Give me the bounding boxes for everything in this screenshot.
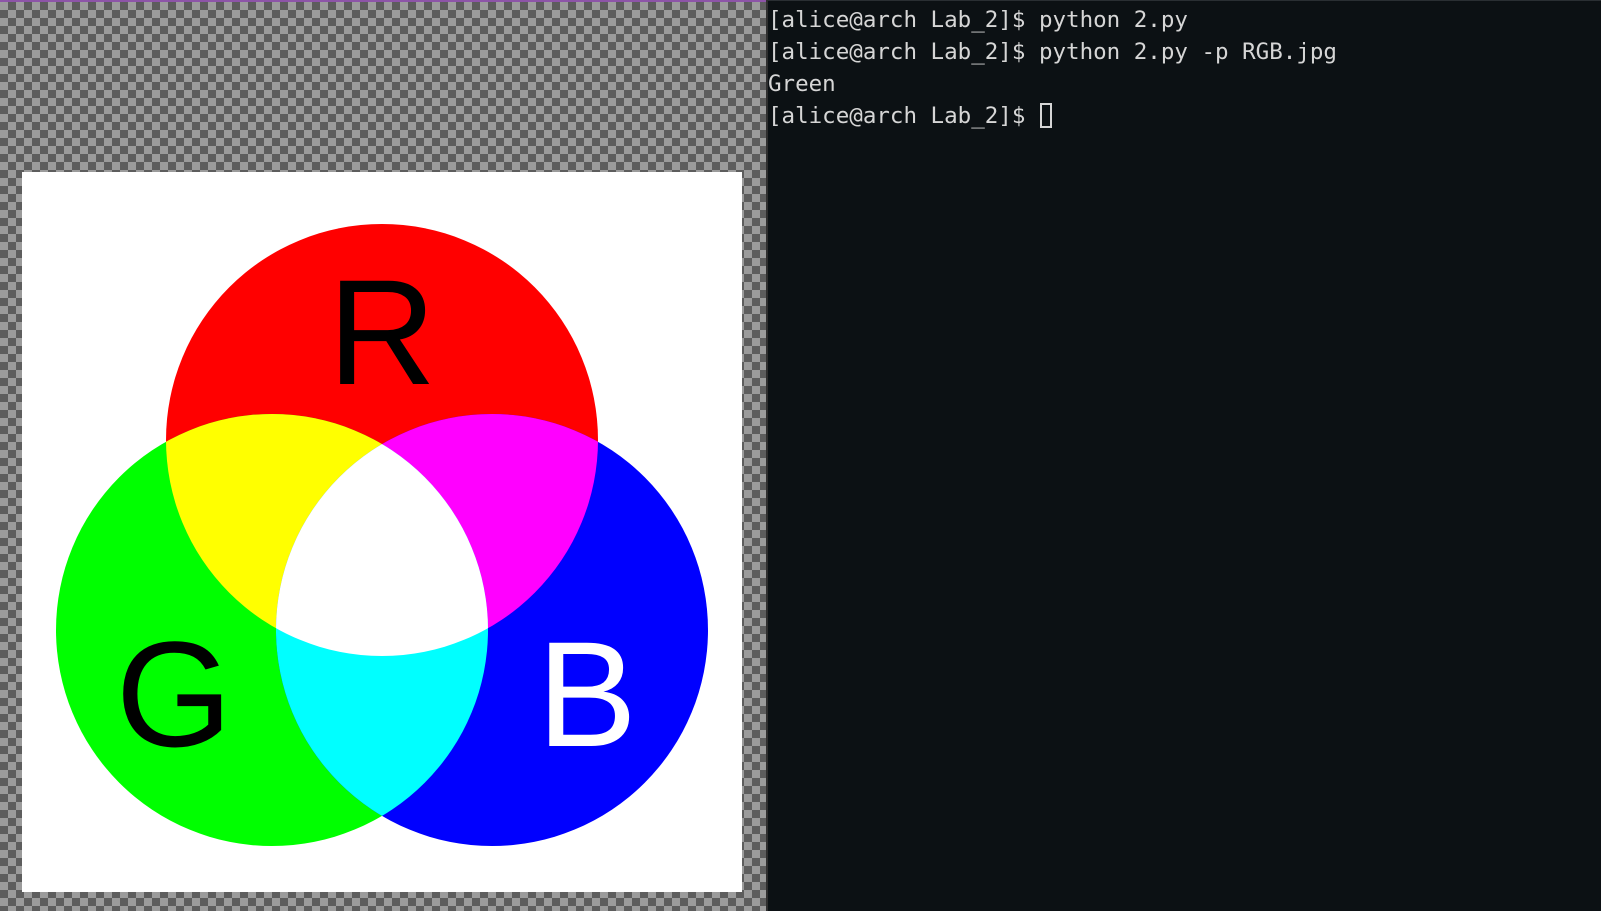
terminal-line[interactable]: [alice@arch Lab_2]$ bbox=[768, 100, 1601, 132]
terminal-command: python 2.py bbox=[1038, 7, 1188, 33]
desktop-screen: R G B [alice@arch Lab_2]$ python 2.py [a… bbox=[0, 0, 1601, 911]
terminal-window[interactable]: [alice@arch Lab_2]$ python 2.py [alice@a… bbox=[768, 0, 1601, 911]
terminal-output: Green bbox=[768, 71, 836, 97]
terminal-command: python 2.py -p RGB.jpg bbox=[1038, 39, 1337, 65]
rgb-image: R G B bbox=[22, 172, 742, 892]
letter-b: B bbox=[537, 610, 637, 778]
terminal-prompt: [alice@arch Lab_2]$ bbox=[768, 7, 1039, 33]
letter-r: R bbox=[328, 248, 436, 416]
terminal-line: Green bbox=[768, 68, 1601, 100]
rgb-venn-diagram: R G B bbox=[56, 224, 708, 846]
terminal-line: [alice@arch Lab_2]$ python 2.py -p RGB.j… bbox=[768, 36, 1601, 68]
terminal-cursor bbox=[1039, 103, 1052, 128]
image-viewer-window[interactable]: R G B bbox=[0, 0, 766, 911]
terminal-line: [alice@arch Lab_2]$ python 2.py bbox=[768, 4, 1601, 36]
terminal-prompt: [alice@arch Lab_2]$ bbox=[768, 39, 1039, 65]
terminal-prompt: [alice@arch Lab_2]$ bbox=[768, 103, 1039, 129]
letter-g: G bbox=[116, 610, 233, 778]
